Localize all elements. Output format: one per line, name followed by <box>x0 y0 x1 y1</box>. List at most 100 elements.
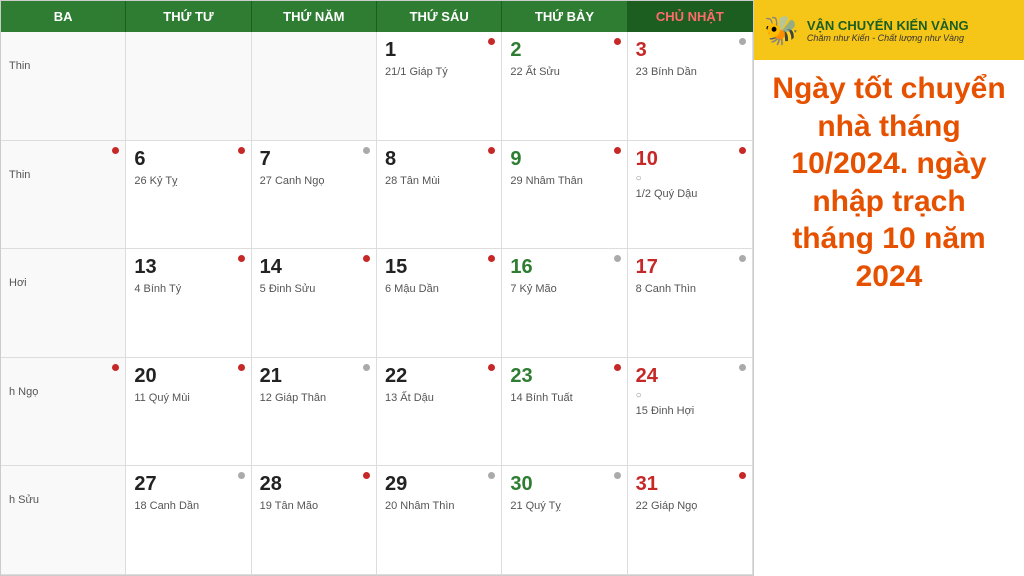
cell-day: 27 <box>134 472 242 496</box>
cell-lunar: 13 Ất Dậu <box>385 392 493 404</box>
cell-r4c3: 2920 Nhâm Thìn <box>377 466 502 575</box>
cell-lunar: 21 Quý Tỵ <box>510 500 618 512</box>
cell-day: 28 <box>260 472 368 496</box>
cell-tag: ○ <box>636 173 744 184</box>
cell-dot <box>488 472 495 479</box>
cell-dot <box>488 147 495 154</box>
cell-dot <box>739 364 746 371</box>
cell-r3c1: 2011 Quý Mùi <box>126 358 251 467</box>
cell-r3c2: 21 12 Giáp Thân <box>252 358 377 467</box>
cell-r1c3: 8 28 Tân Mùi <box>377 141 502 250</box>
cell-r0c3: 1 21/1 Giáp Tý <box>377 32 502 141</box>
cell-dot <box>238 472 245 479</box>
cell-dot <box>614 472 621 479</box>
cell-lunar: 21/1 Giáp Tý <box>385 66 493 78</box>
cell-day: 16 <box>510 255 618 279</box>
cell-day: 8 <box>385 147 493 171</box>
cell-r0c0: Thin <box>1 32 126 141</box>
cell-lunar: 7 Kỷ Mão <box>510 283 618 295</box>
calendar-header: BATHỨ TƯTHỨ NĂMTHỨ SÁUTHỨ BẢYCHỦ NHẬT <box>1 1 753 32</box>
calendar: BATHỨ TƯTHỨ NĂMTHỨ SÁUTHỨ BẢYCHỦ NHẬT Th… <box>0 0 754 576</box>
cell-dot <box>739 255 746 262</box>
cell-r0c5: 3 23 Bính Dần <box>628 32 753 141</box>
cell-day: 6 <box>134 147 242 171</box>
logo-bar: 🐝 Vận Chuyển Kiến Vàng Chăm như Kiến - C… <box>754 0 1024 60</box>
cell-r1c2: 7 27 Canh Ngọ <box>252 141 377 250</box>
cell-lunar: 15 Đinh Hợi <box>636 405 744 417</box>
cell-day: 23 <box>510 364 618 388</box>
col-header-ba: BA <box>1 1 126 32</box>
cell-r4c0: h Sửu <box>1 466 126 575</box>
cell-day: 30 <box>510 472 618 496</box>
cell-dot <box>238 364 245 371</box>
cell-r3c4: 23 14 Bính Tuất <box>502 358 627 467</box>
cell-r4c1: 27 18 Canh Dần <box>126 466 251 575</box>
cell-day: 24 <box>636 364 744 388</box>
cell-dot <box>488 38 495 45</box>
col-header-thứ-bảy: THỨ BẢY <box>502 1 627 32</box>
cell-lunar: 6 Mậu Dần <box>385 283 493 295</box>
cell-day: 31 <box>636 472 744 496</box>
partial-label: Thin <box>9 60 117 72</box>
cell-day: 17 <box>636 255 744 279</box>
cell-day: 15 <box>385 255 493 279</box>
cell-lunar: 28 Tân Mùi <box>385 175 493 187</box>
cell-r0c1 <box>126 32 251 141</box>
cell-r1c4: 929 Nhâm Thân <box>502 141 627 250</box>
promo-text: Ngày tốt chuyển nhà tháng 10/2024. ngày … <box>768 70 1010 295</box>
cell-dot <box>363 147 370 154</box>
cell-day: 9 <box>510 147 618 171</box>
cell-lunar: 23 Bính Dần <box>636 66 744 78</box>
cell-lunar: 11 Quý Mùi <box>134 392 242 404</box>
cell-r4c5: 3122 Giáp Ngọ <box>628 466 753 575</box>
cell-day: 22 <box>385 364 493 388</box>
cell-lunar: 22 Ất Sửu <box>510 66 618 78</box>
cell-r2c0: Hơi <box>1 249 126 358</box>
cell-dot <box>614 364 621 371</box>
cell-day: 21 <box>260 364 368 388</box>
logo-icon: 🐝 <box>764 14 799 47</box>
col-header-chủ-nhật: CHỦ NHẬT <box>628 1 753 32</box>
col-header-thứ-sáu: THỨ SÁU <box>377 1 502 32</box>
cell-r4c4: 30 21 Quý Tỵ <box>502 466 627 575</box>
cell-dot <box>739 38 746 45</box>
cell-lunar: 5 Đinh Sửu <box>260 283 368 295</box>
cell-r3c3: 22 13 Ất Dậu <box>377 358 502 467</box>
cell-r2c4: 16 7 Kỷ Mão <box>502 249 627 358</box>
partial-label: Hơi <box>9 277 117 289</box>
partial-label: Thin <box>9 169 117 181</box>
cell-dot <box>488 255 495 262</box>
col-header-thứ-tư: THỨ TƯ <box>126 1 251 32</box>
cell-dot <box>614 147 621 154</box>
calendar-body: Thin 1 21/1 Giáp Tý 2 22 Ất Sửu 3 23 Bính Dần T… <box>1 32 753 575</box>
cell-lunar: 12 Giáp Thân <box>260 392 368 404</box>
dot <box>112 147 119 154</box>
cell-lunar: 8 Canh Thìn <box>636 283 744 295</box>
cell-day: 2 <box>510 38 618 62</box>
cell-dot <box>614 38 621 45</box>
cell-lunar: 4 Bính Tý <box>134 283 242 295</box>
logo-subtitle: Chăm như Kiến - Chất lượng như Vàng <box>807 33 969 43</box>
cell-day: 1 <box>385 38 493 62</box>
sidebar-content: Ngày tốt chuyển nhà tháng 10/2024. ngày … <box>754 60 1024 576</box>
cell-lunar: 14 Bính Tuất <box>510 392 618 404</box>
col-header-thứ-năm: THỨ NĂM <box>252 1 377 32</box>
cell-dot <box>363 255 370 262</box>
cell-r2c1: 13 4 Bính Tý <box>126 249 251 358</box>
cell-r2c3: 15 6 Mậu Dần <box>377 249 502 358</box>
cell-r1c0: Thin <box>1 141 126 250</box>
cell-r3c0: h Ngọ <box>1 358 126 467</box>
cell-dot <box>238 255 245 262</box>
cell-r4c2: 28 19 Tân Mão <box>252 466 377 575</box>
cell-r1c5: 10○1/2 Quý Dậu <box>628 141 753 250</box>
cell-lunar: 18 Canh Dần <box>134 500 242 512</box>
cell-lunar: 19 Tân Mão <box>260 500 368 512</box>
cell-day: 14 <box>260 255 368 279</box>
cell-day: 13 <box>134 255 242 279</box>
cell-day: 7 <box>260 147 368 171</box>
cell-lunar: 27 Canh Ngọ <box>260 175 368 187</box>
cell-lunar: 20 Nhâm Thìn <box>385 500 493 512</box>
cell-day: 3 <box>636 38 744 62</box>
cell-r0c4: 2 22 Ất Sửu <box>502 32 627 141</box>
cell-dot <box>488 364 495 371</box>
